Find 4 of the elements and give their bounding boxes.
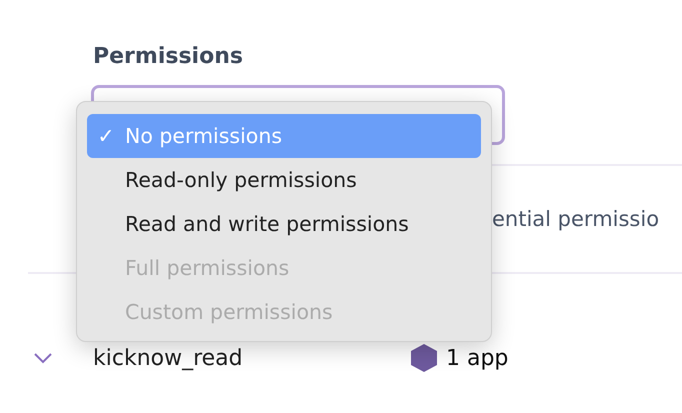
section-label: Permissions	[93, 44, 243, 69]
credential-name: kicknow_read	[93, 346, 244, 370]
description-text: ential permissio	[492, 207, 660, 231]
app-count: 1 app	[446, 346, 508, 370]
